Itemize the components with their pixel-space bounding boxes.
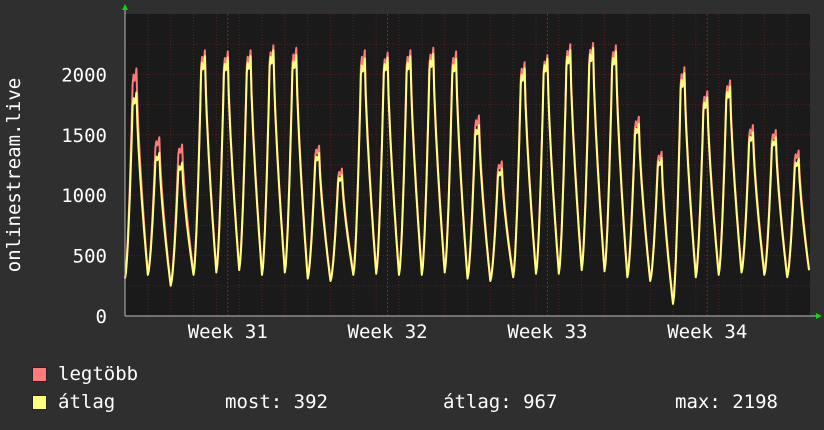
legend-swatch-atlag [32, 395, 47, 410]
y-tick-label: 1500 [61, 125, 107, 147]
y-tick-label: 2000 [61, 64, 107, 86]
y-tick-label: 1000 [61, 185, 107, 207]
legend-label-legtobb: legtöbb [58, 363, 139, 385]
y-tick-label: 500 [73, 246, 107, 268]
stat-average: átlag: 967 [443, 391, 558, 413]
stat-maximum: max: 2198 [675, 391, 778, 413]
x-tick-label: Week 32 [348, 321, 428, 343]
x-tick-label: Week 31 [188, 321, 268, 343]
x-tick-label: Week 33 [507, 321, 587, 343]
y-axis-label: onlinestream.live [3, 78, 25, 272]
y-tick-label: 0 [96, 306, 107, 328]
x-axis-arrow [816, 313, 822, 319]
legend-swatch-legtobb [32, 367, 47, 382]
legend-label-atlag: átlag [58, 391, 116, 413]
chart: 0 500 1000 1500 2000 Week 31 Week 32 Week 33 Wee… [3, 4, 822, 343]
stat-current: most: 392 [225, 391, 328, 413]
x-tick-label: Week 34 [667, 321, 747, 343]
y-axis-arrow [122, 4, 128, 10]
